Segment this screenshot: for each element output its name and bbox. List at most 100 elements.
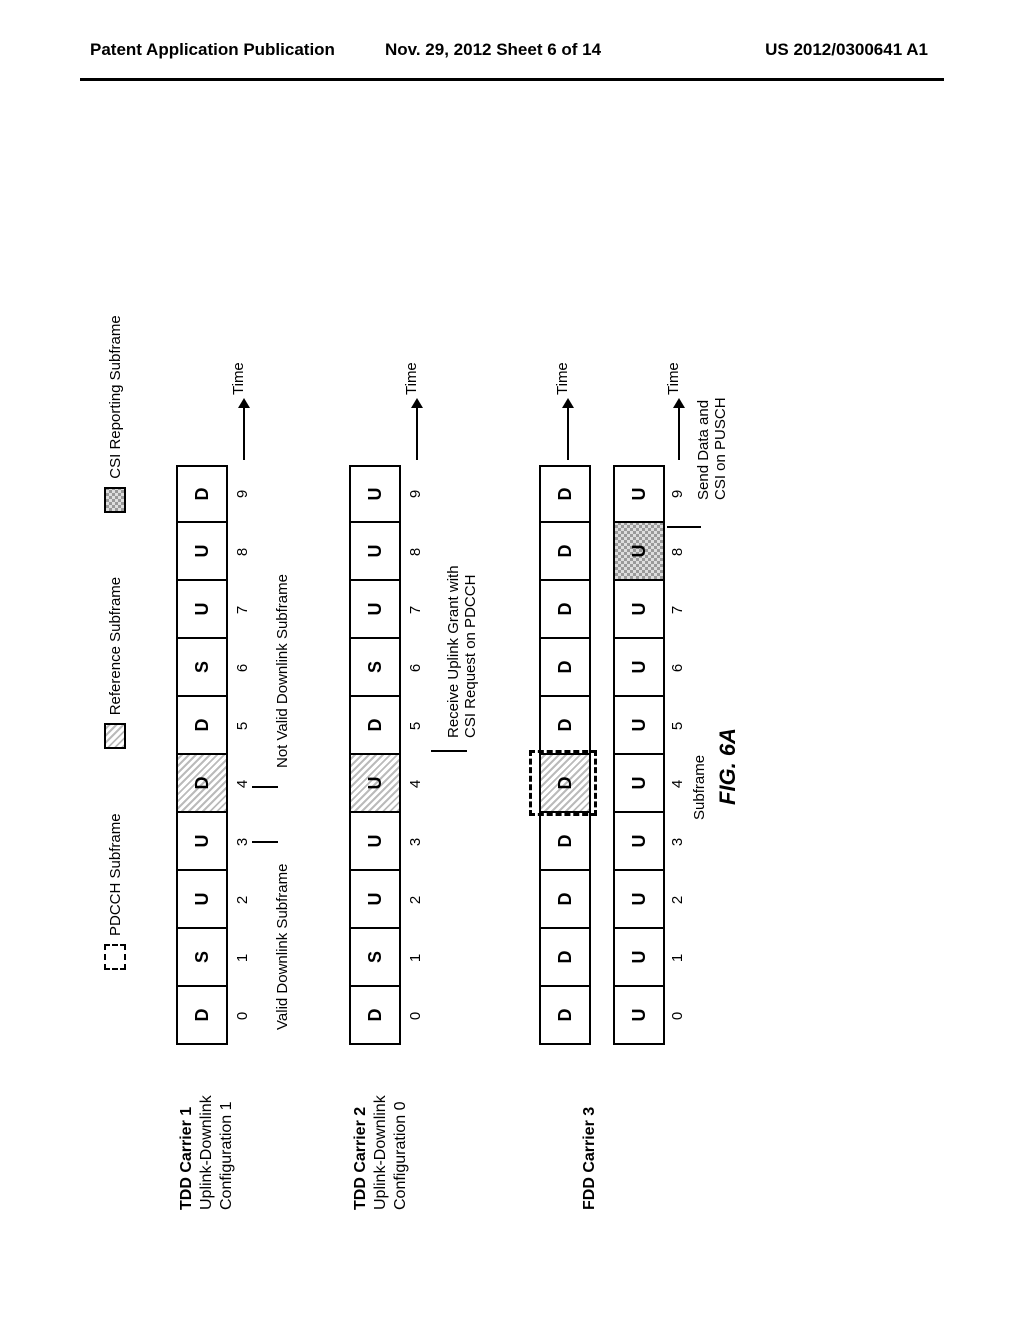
subframe-index: 1	[669, 929, 689, 987]
carrier-1-label: TDD Carrier 1 Uplink-Downlink Configurat…	[177, 1075, 237, 1210]
subframe-cell: U	[613, 755, 665, 813]
time-arrow-3a	[567, 400, 569, 460]
subframe-cell: D	[539, 581, 591, 639]
subframe-cell: D	[176, 465, 228, 523]
header-left: Patent Application Publication	[90, 40, 335, 60]
subframe-index: 3	[234, 813, 254, 871]
reference-icon	[104, 723, 126, 749]
subframe-index: 0	[234, 987, 254, 1045]
subframe-cell: U	[613, 465, 665, 523]
header-right: US 2012/0300641 A1	[765, 40, 928, 60]
subframe-index: 8	[669, 523, 689, 581]
subframe-cell: U	[613, 523, 665, 581]
subframe-index: 7	[669, 581, 689, 639]
carrier-1-block: TDD Carrier 1 Uplink-Downlink Configurat…	[172, 130, 332, 1220]
subframe-index: 5	[669, 697, 689, 755]
figure-stage: PDCCH Subframe Reference Subframe CSI Re…	[90, 130, 930, 1220]
subframe-index: 8	[234, 523, 254, 581]
subframe-cell: U	[176, 523, 228, 581]
notvalid-label: Not Valid Downlink Subframe	[274, 574, 291, 768]
subframe-cell: U	[613, 581, 665, 639]
pdcch-subframe-box	[529, 750, 597, 816]
subframe-cell: U	[613, 987, 665, 1045]
subframe-index: 4	[234, 755, 254, 813]
subframe-index: 7	[234, 581, 254, 639]
subframe-index: 2	[669, 871, 689, 929]
time-arrow-2	[416, 400, 418, 460]
subframe-cell: D	[539, 697, 591, 755]
carrier-2-block: TDD Carrier 2 Uplink-Downlink Configurat…	[345, 130, 515, 1220]
subframe-cell: U	[349, 581, 401, 639]
subframe-index: 8	[407, 523, 427, 581]
subframe-cell: U	[613, 639, 665, 697]
carrier-1-sub: Uplink-Downlink Configuration 1	[198, 1095, 235, 1210]
carrier-3-block: FDD Carrier 3 DDDDDDDDDD UUUUUUUUUU 0123…	[535, 130, 795, 1220]
subframe-cell: U	[349, 871, 401, 929]
subframe-cell: D	[176, 755, 228, 813]
subframe-cell: S	[349, 639, 401, 697]
subframe-index: 4	[407, 755, 427, 813]
subframe-index: 1	[234, 929, 254, 987]
subframe-index: 6	[234, 639, 254, 697]
ulgrant-label: Receive Uplink Grant with CSI Request on…	[445, 565, 479, 738]
ulgrant-leader	[431, 750, 467, 752]
subframe-index: 9	[407, 465, 427, 523]
subframe-cell: D	[349, 697, 401, 755]
subframe-cell: D	[539, 465, 591, 523]
carrier-1-index: 0123456789	[234, 465, 254, 1045]
legend-reference-label: Reference Subframe	[107, 577, 124, 715]
time-label-3a: Time	[554, 362, 571, 395]
legend-pdcch-label: PDCCH Subframe	[107, 813, 124, 936]
header-rule	[80, 78, 944, 81]
time-arrow-3b	[678, 400, 680, 460]
subframe-cell: D	[539, 871, 591, 929]
subframe-cell: D	[539, 987, 591, 1045]
subframe-index: 0	[669, 987, 689, 1045]
subframe-index: 6	[669, 639, 689, 697]
subframe-index: 9	[234, 465, 254, 523]
legend: PDCCH Subframe Reference Subframe CSI Re…	[104, 140, 134, 970]
subframe-cell: U	[613, 871, 665, 929]
legend-reference: Reference Subframe	[104, 577, 126, 749]
pdcch-icon	[104, 944, 126, 970]
subframe-cell: D	[176, 987, 228, 1045]
subframe-cell: U	[349, 813, 401, 871]
valid-leader	[252, 841, 278, 843]
subframe-index: 5	[407, 697, 427, 755]
subframe-index: 1	[407, 929, 427, 987]
subframe-cell: U	[349, 465, 401, 523]
subframe-cell: U	[176, 871, 228, 929]
subframe-index: 2	[407, 871, 427, 929]
subframe-cell: U	[613, 697, 665, 755]
carrier-3-label: FDD Carrier 3	[580, 1075, 600, 1210]
subframe-cell: D	[539, 929, 591, 987]
legend-pdcch: PDCCH Subframe	[104, 813, 126, 970]
subframe-cell: D	[349, 987, 401, 1045]
subframe-index: 5	[234, 697, 254, 755]
sendcsi-label: Send Data and CSI on PUSCH	[695, 397, 729, 500]
subframe-cell: U	[613, 813, 665, 871]
header-center: Nov. 29, 2012 Sheet 6 of 14	[385, 40, 601, 60]
figure-rotated-canvas: PDCCH Subframe Reference Subframe CSI Re…	[90, 130, 930, 1220]
time-arrow-1	[243, 400, 245, 460]
valid-label: Valid Downlink Subframe	[274, 864, 291, 1030]
subframe-cell: D	[539, 639, 591, 697]
subframe-cell: U	[176, 813, 228, 871]
subframe-index: 6	[407, 639, 427, 697]
sendcsi-leader	[667, 526, 701, 528]
time-label-2: Time	[403, 362, 420, 395]
subframe-index: 9	[669, 465, 689, 523]
subframe-cell: U	[349, 523, 401, 581]
subframe-cell: U	[176, 581, 228, 639]
subframe-cell: S	[349, 929, 401, 987]
subframe-cell: S	[176, 929, 228, 987]
legend-csi-label: CSI Reporting Subframe	[107, 315, 124, 478]
carrier-3-ul-grid: UUUUUUUUUU	[613, 465, 665, 1045]
subframe-cell: D	[176, 697, 228, 755]
carrier-2-sub: Uplink-Downlink Configuration 0	[372, 1095, 409, 1210]
csi-icon	[104, 487, 126, 513]
subframe-index: 3	[669, 813, 689, 871]
carrier-2-grid: DSUUUDSUUU	[349, 465, 401, 1045]
subframe-cell: D	[539, 523, 591, 581]
subframe-index: 7	[407, 581, 427, 639]
